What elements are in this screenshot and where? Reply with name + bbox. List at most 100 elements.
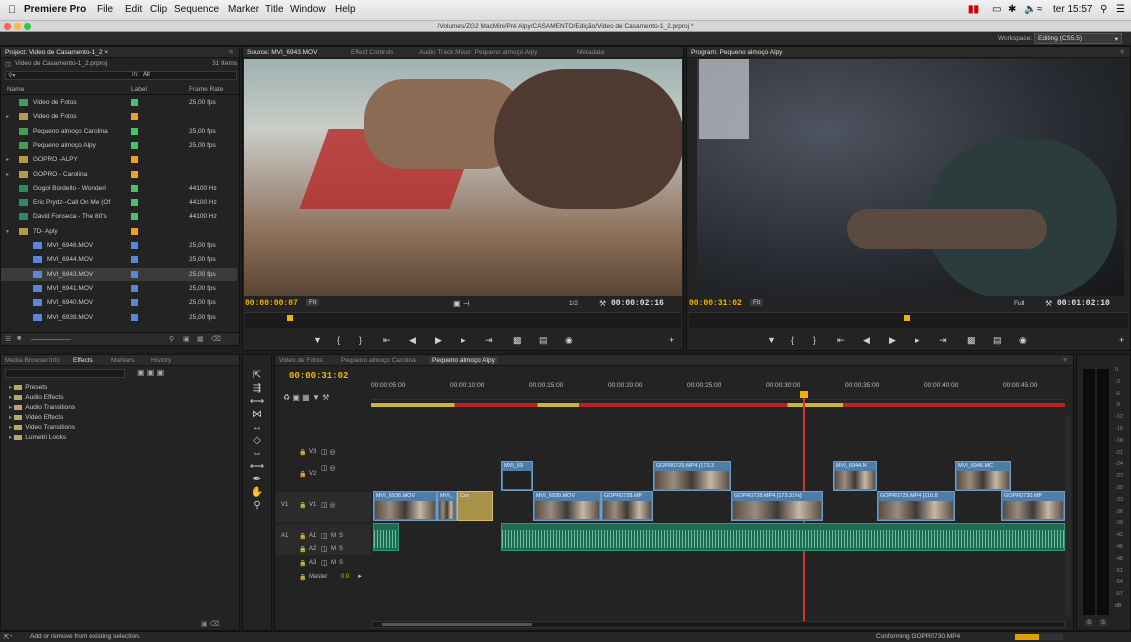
disclosure-triangle-icon[interactable]: ▾ <box>6 228 9 235</box>
tab-history[interactable]: History <box>151 357 171 364</box>
mute-button[interactable]: M <box>331 560 336 566</box>
minimize-button[interactable] <box>14 23 21 30</box>
list-icon[interactable]: ☰ <box>1116 4 1125 15</box>
v1-clip-6[interactable]: GOPR0729.MP4 [110.8 <box>877 491 955 521</box>
new-item-icon[interactable]: ▦ <box>197 335 204 343</box>
sync-eye-icon[interactable]: ◫ ◎ <box>321 464 336 472</box>
step-forward-icon[interactable]: ▸ <box>915 335 920 346</box>
sync-lock-icon[interactable]: ◫ <box>321 545 328 553</box>
program-zoom-select[interactable]: Fit <box>750 299 764 306</box>
panel-menu-icon[interactable]: ≡ <box>229 49 233 56</box>
disclosure-triangle-icon[interactable]: ▸ <box>6 171 9 178</box>
solo-button[interactable]: S <box>339 560 343 566</box>
tab-pequeno-almoco-carolina[interactable]: Pequeno almoço Carolina <box>341 357 416 364</box>
new-bin-icon[interactable]: ▣ <box>183 335 190 343</box>
menu-marker[interactable]: Marker <box>228 4 259 15</box>
clock[interactable]: ter 15:57 <box>1053 4 1092 15</box>
project-item[interactable]: Video de Fotos 25,00 fps <box>1 96 237 109</box>
menu-file[interactable]: File <box>97 4 113 15</box>
status-bars-icon[interactable]: ▮▮ <box>968 4 979 15</box>
effects-folder[interactable]: ▸ Video Effects <box>9 413 63 421</box>
effects-search-input[interactable] <box>5 369 125 378</box>
disclosure-triangle-icon[interactable]: ▸ <box>9 424 12 431</box>
selection-tool-icon[interactable]: ⇱ <box>248 369 266 382</box>
sync-eye-icon[interactable]: ◫ ◎ <box>321 501 336 509</box>
effects-folder[interactable]: ▸ Audio Transitions <box>9 403 75 411</box>
project-item[interactable]: Gogol Bordello - Wonderl 44100 Hz <box>1 182 237 195</box>
mute-button[interactable]: M <box>331 546 336 552</box>
track-a1-label[interactable]: A1 <box>309 533 316 539</box>
menu-window[interactable]: Window <box>290 4 326 15</box>
solo-button[interactable]: S <box>339 546 343 552</box>
project-item[interactable]: MVI_6943.MOV 25,00 fps <box>1 267 237 281</box>
effects-filter-icons[interactable]: ▣ ▣ ▣ <box>137 368 164 377</box>
tab-effect-controls[interactable]: Effect Controls <box>351 49 394 56</box>
camera-icon[interactable]: ◉ <box>1019 335 1027 346</box>
source-v1-label[interactable]: V1 <box>281 502 288 508</box>
go-to-in-icon[interactable]: ⇤ <box>383 335 391 346</box>
timeline-horizontal-scrollbar[interactable] <box>371 621 1065 628</box>
lock-icon[interactable]: 🔒 <box>299 471 306 478</box>
menu-title[interactable]: Title <box>265 4 284 15</box>
sync-lock-icon[interactable]: ◫ <box>321 559 328 567</box>
v2-clip-3[interactable]: MVI_6944.N <box>833 461 877 491</box>
a1-clip-2[interactable] <box>501 523 1065 551</box>
program-playhead[interactable] <box>904 315 910 321</box>
rate-stretch-tool-icon[interactable]: ↔ <box>248 421 266 434</box>
solo-button[interactable]: S <box>339 533 343 539</box>
overwrite-icon[interactable]: ▤ <box>539 335 548 346</box>
bluetooth-icon[interactable]: ✱ <box>1008 4 1016 15</box>
disclosure-triangle-icon[interactable]: ▸ <box>6 156 9 163</box>
scrollbar-thumb[interactable] <box>382 623 532 626</box>
rolling-edit-tool-icon[interactable]: ⋈ <box>248 408 266 421</box>
disclosure-triangle-icon[interactable]: ▸ <box>6 113 9 120</box>
v1-clip-cross-dissolve[interactable]: Cro <box>457 491 493 521</box>
sync-lock-icon[interactable]: ◫ <box>321 532 328 540</box>
v1-clip-5[interactable]: GOPR0728.MP4 [173.31%] <box>731 491 823 521</box>
lock-icon[interactable]: 🔒 <box>299 533 306 540</box>
track-select-tool-icon[interactable]: ⇶ <box>248 382 266 395</box>
extract-icon[interactable]: ▤ <box>993 335 1002 346</box>
label-swatch[interactable] <box>131 213 138 221</box>
search-icon[interactable]: ⚲ <box>1100 4 1107 15</box>
camera-icon[interactable]: ◉ <box>565 335 573 346</box>
track-v3-label[interactable]: V3 <box>309 449 316 455</box>
mark-in-icon[interactable]: { <box>337 335 340 345</box>
disclosure-triangle-icon[interactable]: ▸ <box>9 414 12 421</box>
col-name[interactable]: Name <box>7 86 24 93</box>
v2-clip-4[interactable]: MVI_6946.MC <box>955 461 1011 491</box>
label-swatch[interactable] <box>131 184 138 192</box>
solo-left-button[interactable]: S <box>1085 620 1094 626</box>
insert-icon[interactable]: ▩ <box>513 335 522 346</box>
search-icon[interactable]: ⚲ <box>169 335 174 343</box>
tab-source[interactable]: Source: MVI_6943.MOV <box>247 49 317 56</box>
lock-icon[interactable]: 🔒 <box>299 449 306 456</box>
sync-eye-icon[interactable]: ◫ ◎ <box>321 448 336 456</box>
close-button[interactable] <box>4 23 11 30</box>
source-zoom-select[interactable]: Fit <box>306 299 320 306</box>
workspace-select[interactable]: Editing (CS5.5) ▾ <box>1034 33 1122 44</box>
program-time-ruler[interactable] <box>689 312 1128 328</box>
v1-clip-1[interactable]: MVI_6936.MOV <box>373 491 437 521</box>
project-item[interactable]: Eric Prydz--Call On Me (Of 44100 Hz <box>1 196 237 209</box>
v1-clip-7[interactable]: GOPR0730.MP <box>1001 491 1065 521</box>
play-icon[interactable]: ▶ <box>889 335 896 346</box>
tab-metadata[interactable]: Metadata <box>577 49 604 56</box>
disclosure-triangle-icon[interactable]: ▸ <box>9 394 12 401</box>
display-icon[interactable]: ▭ <box>992 4 1001 15</box>
label-swatch[interactable] <box>131 256 138 264</box>
label-swatch[interactable] <box>131 141 138 149</box>
timeline-ruler[interactable]: 00:00:05:00 00:00:10:00 00:00:15:00 00:00:2… <box>371 380 1065 400</box>
project-item[interactable]: MVI_6939.MOV 25,00 fps <box>1 311 237 324</box>
v1-clip-3[interactable]: MVI_6939.MOV <box>533 491 601 521</box>
apple-icon[interactable]:  <box>8 4 16 16</box>
timeline-tools-icons[interactable]: ♻ ▣ ▦ ▼ ⚒ <box>283 393 329 402</box>
tab-pequeno-almoco-alpy[interactable]: Pequeno almoço Alpy <box>429 357 498 364</box>
source-a1-label[interactable]: A1 <box>281 533 288 539</box>
label-swatch[interactable] <box>131 313 138 321</box>
timeline-timecode[interactable]: 00:00:31:02 <box>289 371 348 381</box>
trash-icon[interactable]: ⌫ <box>211 335 221 343</box>
step-back-icon[interactable]: ◀ <box>409 335 416 346</box>
tab-audio-track-mixer[interactable]: Audio Track Mixer: Pequeno almoço Alpy <box>419 49 538 56</box>
disclosure-triangle-icon[interactable]: ▸ <box>9 404 12 411</box>
